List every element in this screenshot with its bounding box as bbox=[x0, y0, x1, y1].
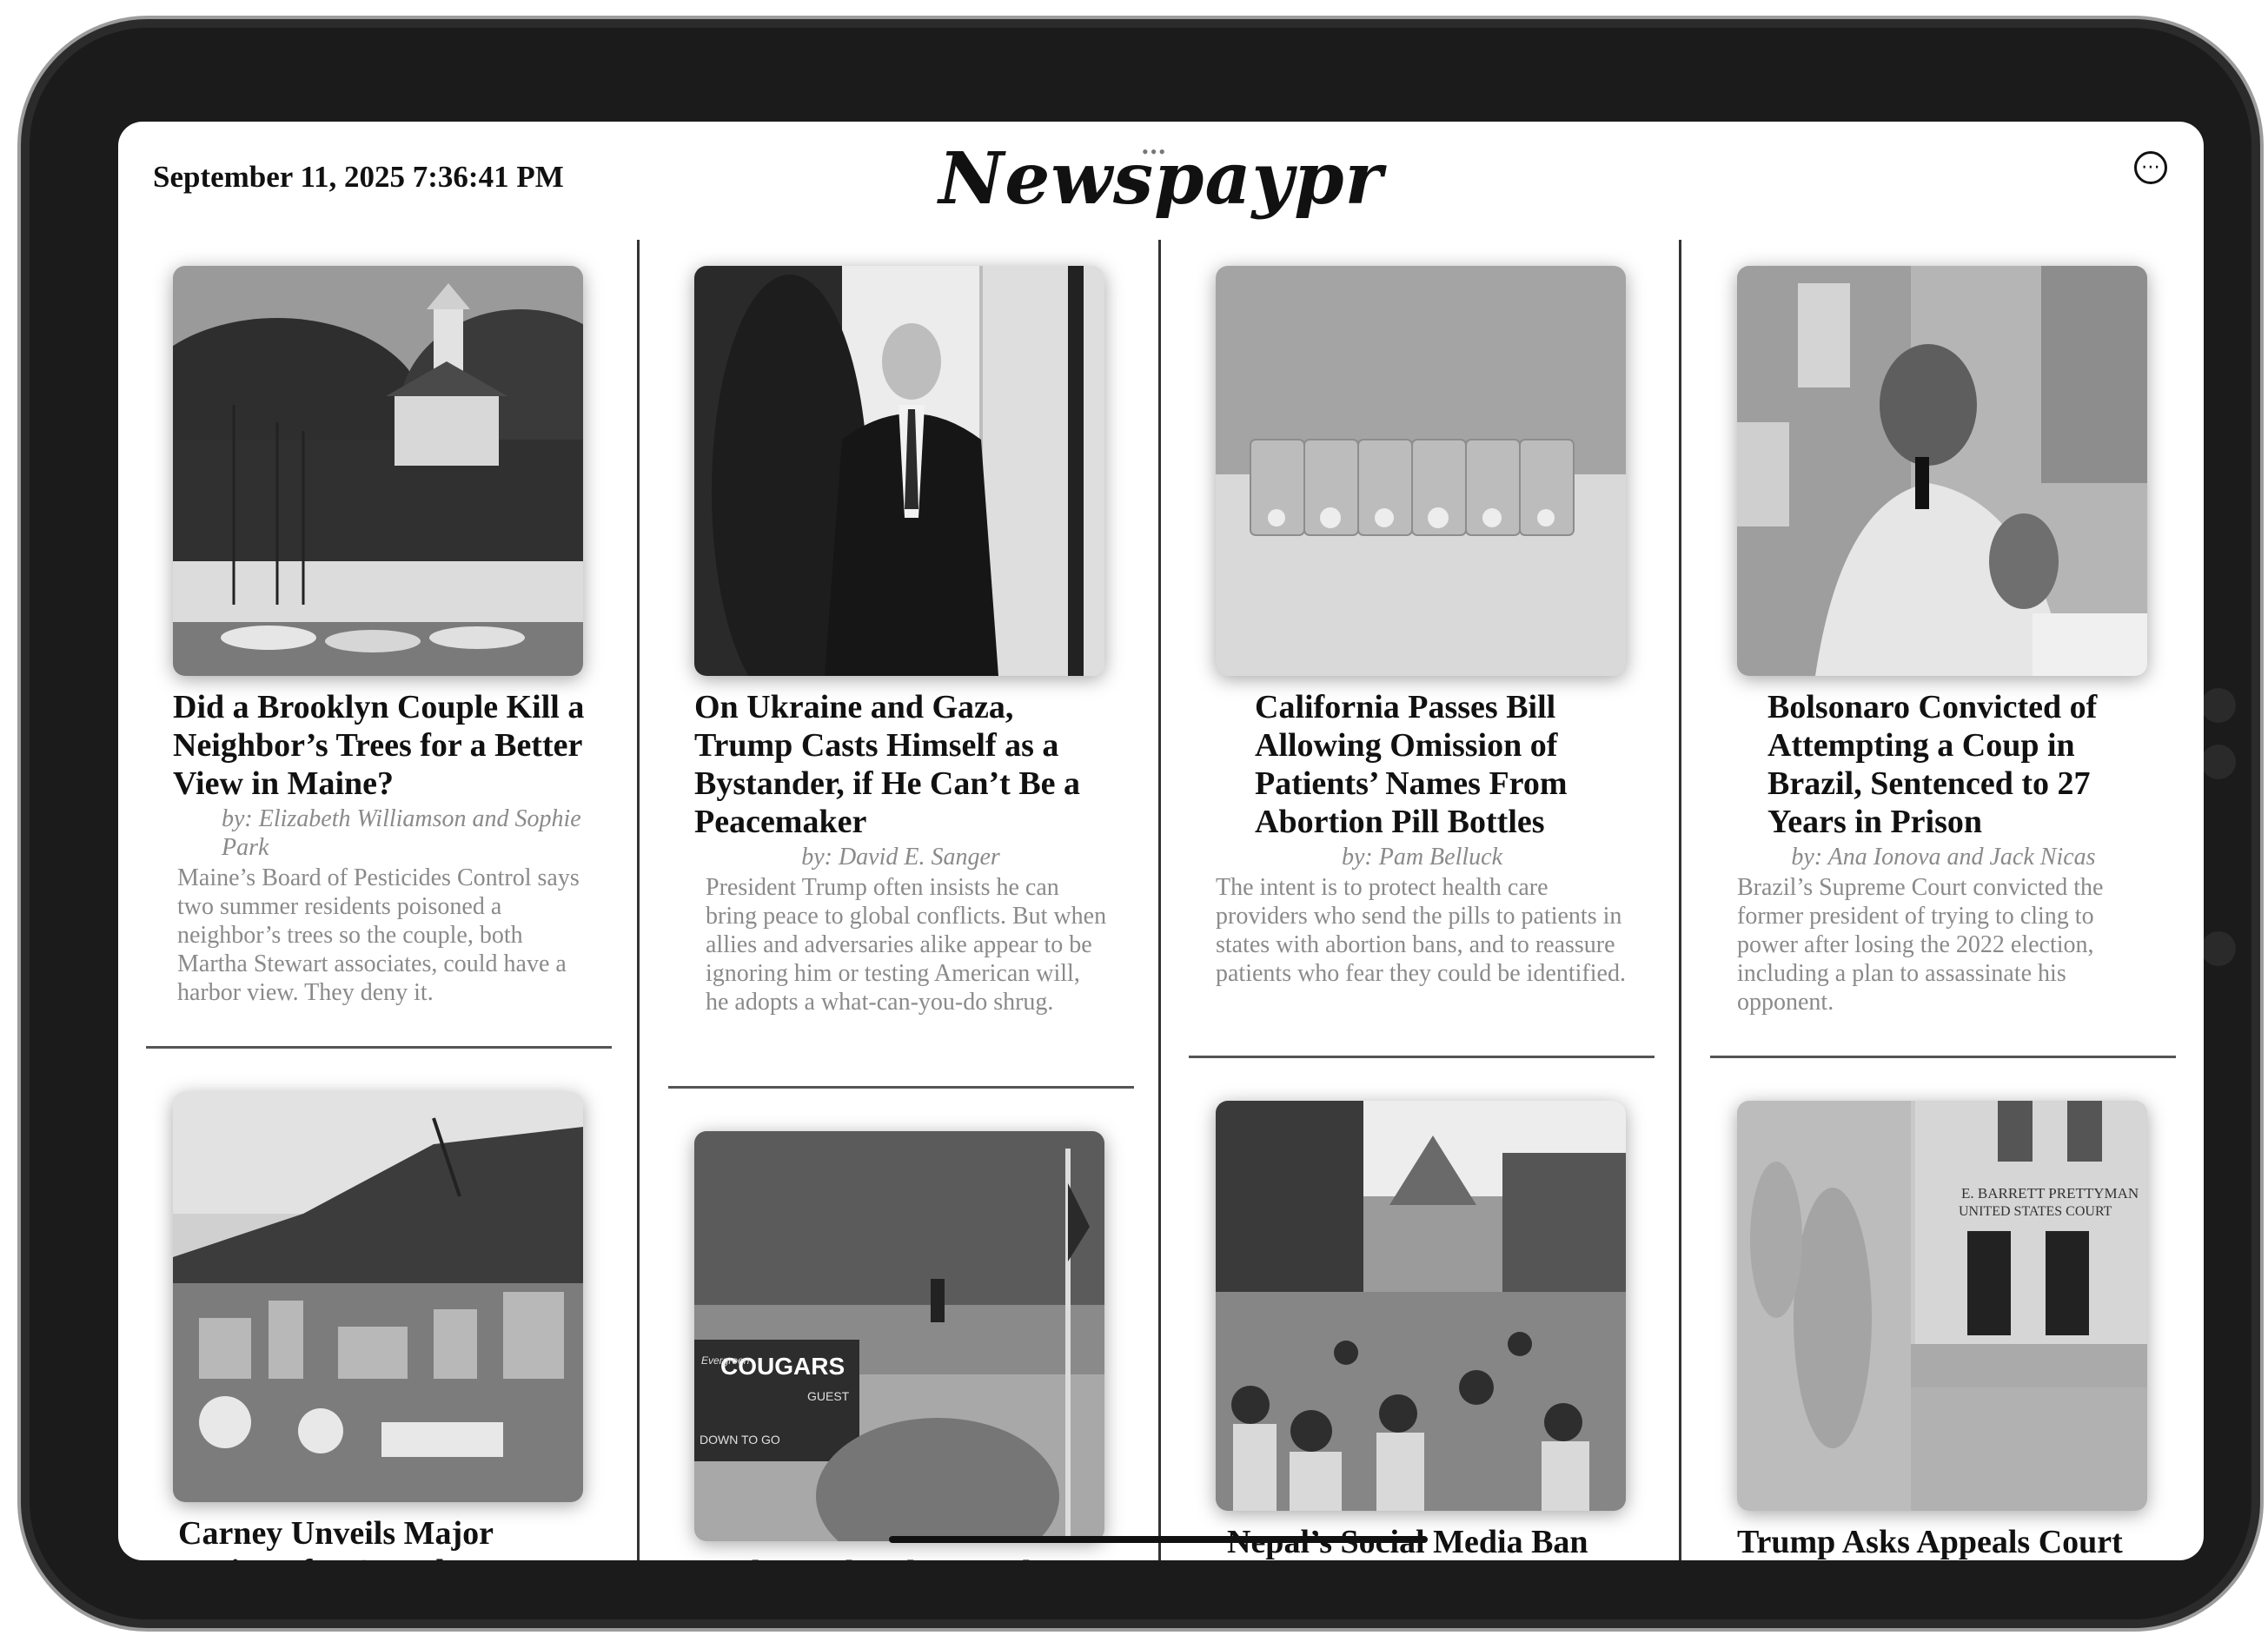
ipad-frame: September 11, 2025 7:36:41 PM ••• Newspa… bbox=[17, 16, 2264, 1632]
article-title[interactable]: Trump Asks Appeals Court bbox=[1737, 1523, 2150, 1560]
column-divider bbox=[1158, 240, 1161, 1560]
side-button bbox=[2201, 688, 2236, 723]
article-image-speaker bbox=[1737, 266, 2147, 676]
column-divider bbox=[1679, 240, 1681, 1560]
scoreboard-down-text: DOWN TO GO bbox=[700, 1433, 780, 1447]
article-title[interactable]: Bolsonaro Convicted of Attempting a Coup… bbox=[1737, 688, 2150, 841]
article-card[interactable]: Nepal’s Social Media Ban bbox=[1216, 1101, 1628, 1560]
article-summary: Maine’s Board of Pesticides Control says… bbox=[177, 864, 580, 1006]
article-title[interactable]: Student Who Shot 2 Others bbox=[694, 1553, 1107, 1560]
article-image-white-house bbox=[694, 266, 1104, 676]
article-byline: by: David E. Sanger bbox=[801, 844, 1000, 871]
article-card[interactable]: Carney Unveils Major Projects for Canada bbox=[173, 1092, 586, 1560]
article-summary: The intent is to protect health care pro… bbox=[1216, 874, 1626, 987]
article-title[interactable]: California Passes Bill Allowing Omission… bbox=[1216, 688, 1628, 841]
article-card[interactable]: E. BARRETT PRETTYMAN UNITED STATES COURT… bbox=[1737, 1101, 2150, 1560]
article-card[interactable]: Did a Brooklyn Couple Kill a Neighbor’s … bbox=[173, 266, 586, 1007]
article-image-industrial-site bbox=[173, 1092, 583, 1502]
column-divider bbox=[637, 240, 640, 1560]
article-byline: by: Pam Belluck bbox=[1341, 844, 1503, 871]
article-byline: by: Ana Ionova and Jack Nicas bbox=[1791, 844, 2096, 871]
article-title[interactable]: On Ukraine and Gaza, Trump Casts Himself… bbox=[694, 688, 1107, 841]
app-screen: September 11, 2025 7:36:41 PM ••• Newspa… bbox=[118, 122, 2204, 1560]
article-summary: Brazil’s Supreme Court convicted the for… bbox=[1737, 874, 2104, 1016]
side-button bbox=[2201, 931, 2236, 966]
article-image-pill-bottles bbox=[1216, 266, 1626, 676]
article-title[interactable]: Did a Brooklyn Couple Kill a Neighbor’s … bbox=[173, 688, 586, 803]
row-divider bbox=[146, 1046, 612, 1049]
row-divider bbox=[668, 1086, 1134, 1089]
article-image-harbor bbox=[173, 266, 583, 676]
home-indicator[interactable] bbox=[889, 1536, 1428, 1543]
ellipsis-circle-icon[interactable]: ⋯ bbox=[2134, 151, 2167, 184]
article-card[interactable]: On Ukraine and Gaza, Trump Casts Himself… bbox=[694, 266, 1107, 1016]
side-button bbox=[2201, 745, 2236, 779]
article-card[interactable]: COUGARS Evergreen GUEST DOWN TO GO Stude… bbox=[694, 1131, 1107, 1560]
article-image-crowd bbox=[1216, 1101, 1626, 1511]
row-divider bbox=[1710, 1056, 2176, 1058]
article-byline: by: Elizabeth Williamson and Sophie Park bbox=[222, 805, 581, 861]
court-sign-line1: E. BARRETT PRETTYMAN bbox=[1961, 1185, 2139, 1202]
article-title[interactable]: Carney Unveils Major Projects for Canada bbox=[173, 1514, 586, 1560]
article-image-school: COUGARS Evergreen GUEST DOWN TO GO bbox=[694, 1131, 1104, 1541]
row-divider bbox=[1189, 1056, 1655, 1058]
article-card[interactable]: Bolsonaro Convicted of Attempting a Coup… bbox=[1737, 266, 2150, 1016]
court-sign-line2: UNITED STATES COURT bbox=[1959, 1204, 2112, 1219]
app-logo: Newspaypr bbox=[938, 137, 1383, 221]
article-summary: President Trump often insists he can bri… bbox=[706, 874, 1107, 1016]
scoreboard-guest-text: GUEST bbox=[807, 1389, 850, 1403]
scoreboard-small-text: Evergreen bbox=[701, 1354, 750, 1367]
article-image-courthouse: E. BARRETT PRETTYMAN UNITED STATES COURT bbox=[1737, 1101, 2147, 1511]
article-card[interactable]: California Passes Bill Allowing Omission… bbox=[1216, 266, 1628, 988]
